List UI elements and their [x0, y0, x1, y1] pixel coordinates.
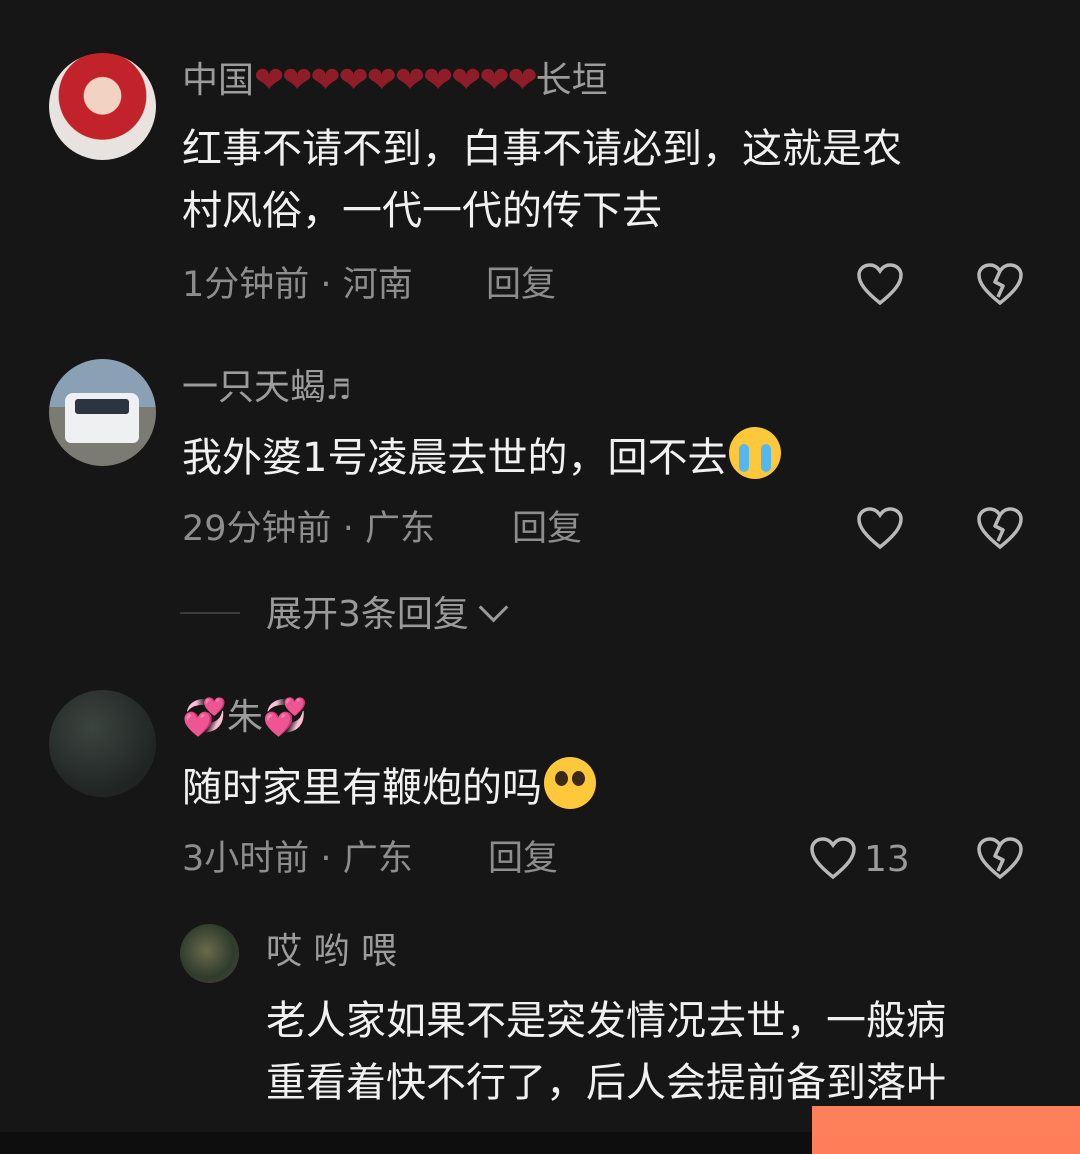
pink-hearts-emoji: 💞 [182, 697, 227, 738]
location: 广东 [342, 839, 413, 879]
comment-text-line: 村风俗，一代一代的传下去 [182, 188, 662, 234]
separator: · [320, 265, 332, 305]
heart-emoji-row: ❤❤❤❤❤❤❤❤❤❤ [254, 60, 538, 101]
comment-meta: 29分钟前 · 广东 [182, 512, 435, 547]
avatar[interactable] [49, 53, 156, 160]
location: 广东 [364, 509, 435, 549]
broken-heart-icon[interactable] [975, 835, 1025, 881]
separator: · [320, 839, 332, 879]
comment-text-line: 我外婆1号凌晨去世的，回不去 [182, 435, 728, 481]
broken-heart-icon[interactable] [975, 261, 1025, 307]
heart-outline-icon[interactable] [855, 261, 905, 307]
username-text: 一只天蝎 [182, 367, 327, 408]
location: 河南 [342, 265, 413, 305]
expand-replies-button[interactable]: 展开3条回复 [266, 592, 509, 635]
comment-text: 随时家里有鞭炮的吗 [182, 757, 596, 819]
bottom-bar [0, 1132, 812, 1154]
comment-text: 老人家如果不是突发情况去世，一般病 重看着快不行了，后人会提前备到落叶 [266, 990, 946, 1114]
comment-text: 红事不请不到，白事不请必到，这就是农 村风俗，一代一代的传下去 [182, 118, 902, 242]
loudly-crying-face-icon [729, 427, 782, 479]
music-note-icon: ♬ [326, 373, 352, 406]
username[interactable]: 哎 哟 喂 [266, 934, 397, 970]
comment-text-line: 红事不请不到，白事不请必到，这就是农 [182, 126, 902, 172]
broken-heart-icon[interactable] [975, 505, 1025, 551]
expand-replies-label: 展开3条回复 [266, 594, 469, 635]
reply-button[interactable]: 回复 [486, 268, 556, 303]
car-picture [65, 393, 139, 443]
pink-hearts-emoji: 💞 [262, 697, 308, 738]
pleading-face-icon [544, 757, 596, 809]
comment-text-line: 随时家里有鞭炮的吗 [182, 765, 542, 811]
avatar[interactable] [49, 359, 156, 466]
timestamp: 29分钟前 [182, 509, 332, 549]
separator: · [342, 509, 354, 549]
avatar[interactable] [180, 924, 239, 983]
divider [180, 612, 240, 614]
username[interactable]: 中国❤❤❤❤❤❤❤❤❤❤长垣 [182, 63, 608, 99]
timestamp: 1分钟前 [182, 265, 310, 305]
heart-outline-icon[interactable] [808, 835, 858, 881]
comment-text-line: 老人家如果不是突发情况去世，一般病 [266, 998, 946, 1044]
bottom-accent-block [812, 1106, 1080, 1154]
comment-meta: 1分钟前 · 河南 [182, 268, 413, 303]
reply-button[interactable]: 回复 [488, 842, 558, 877]
like-count: 13 [864, 839, 910, 880]
reply-button[interactable]: 回复 [512, 512, 582, 547]
username-suffix: 长垣 [535, 60, 608, 101]
username-text: 朱 [226, 697, 263, 738]
username-prefix: 中国 [182, 60, 255, 101]
comment-meta: 3小时前 · 广东 [182, 842, 413, 877]
heart-outline-icon[interactable] [855, 505, 905, 551]
avatar[interactable] [49, 690, 156, 797]
comment-text-line: 重看着快不行了，后人会提前备到落叶 [266, 1060, 946, 1106]
username[interactable]: 一只天蝎♬ [182, 370, 351, 406]
comment-text: 我外婆1号凌晨去世的，回不去 [182, 427, 782, 489]
username[interactable]: 💞朱💞 [182, 700, 308, 736]
timestamp: 3小时前 [182, 839, 310, 879]
chevron-down-icon [478, 592, 509, 623]
